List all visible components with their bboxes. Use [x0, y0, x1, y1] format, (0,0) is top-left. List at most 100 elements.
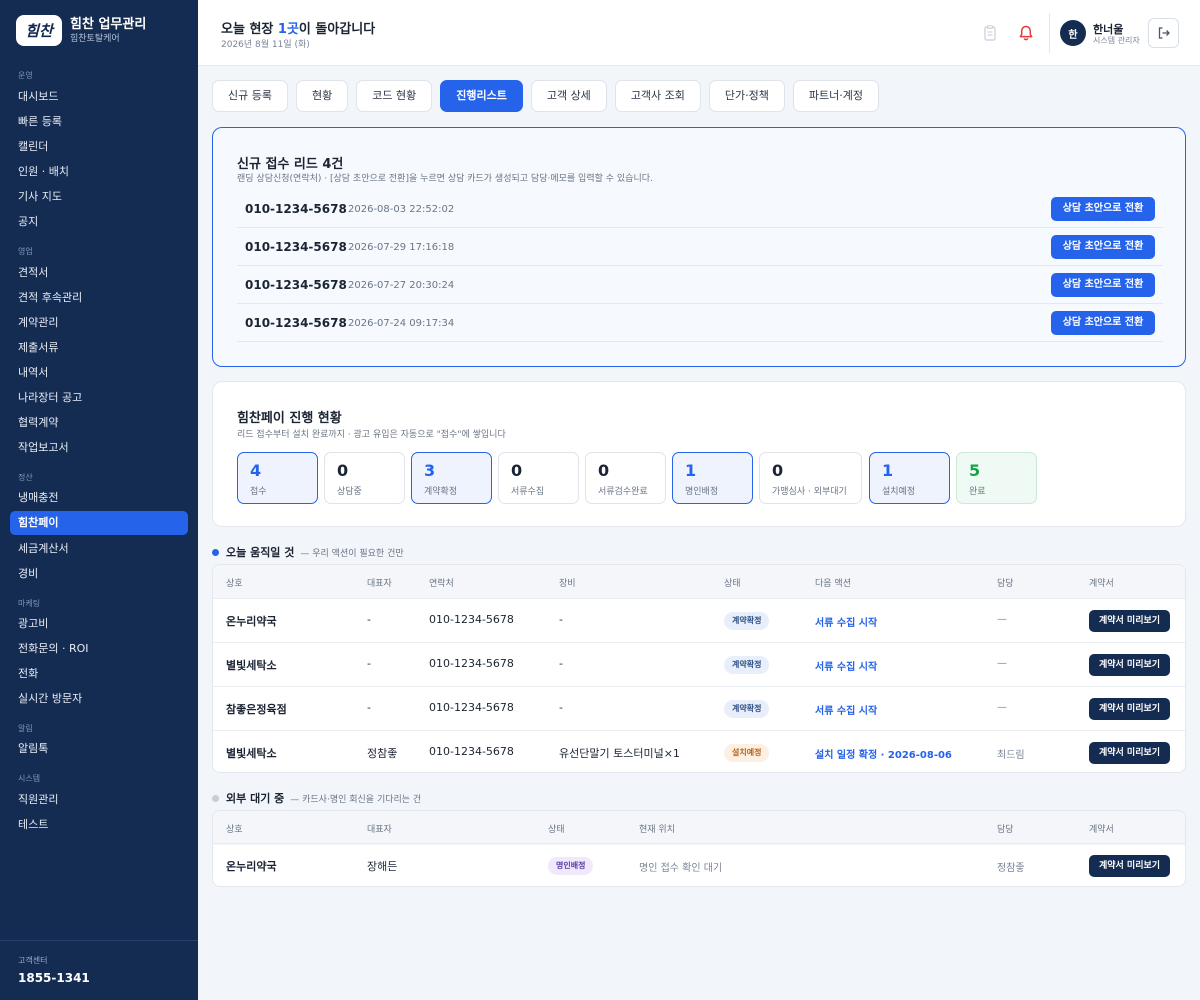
sidebar-item-phone[interactable]: 전화 — [10, 662, 188, 686]
next-action-link[interactable]: 서류 수집 시작 — [815, 702, 877, 717]
sidebar-item-calendar[interactable]: 캘린더 — [10, 135, 188, 159]
contract-preview-button[interactable]: 계약서 미리보기 — [1089, 610, 1170, 632]
sidebar-item-expense[interactable]: 경비 — [10, 562, 188, 586]
waiting-table: 상호 대표자 상태 현재 위치 담당 계약서 온누리약국 장해든 명인배정 명인… — [212, 810, 1186, 887]
greeting-text-post: 이 돌아갑니다 — [298, 22, 376, 37]
sidebar-item-partner-contract[interactable]: 협력계약 — [10, 411, 188, 435]
contract-preview-button[interactable]: 계약서 미리보기 — [1089, 742, 1170, 764]
sidebar-item-g2b[interactable]: 나라장터 공고 — [10, 386, 188, 410]
sidebar-item-contract-mgmt[interactable]: 계약관리 — [10, 311, 188, 335]
sidebar-item-quick-register[interactable]: 빠른 등록 — [10, 110, 188, 134]
th-status: 상태 — [548, 825, 565, 835]
sidebar-item-report[interactable]: 작업보고서 — [10, 436, 188, 460]
tab-code-status[interactable]: 코드 현황 — [356, 80, 433, 112]
table-row[interactable]: 온누리약국 - 010-1234-5678 - 계약확정 서류 수집 시작 — … — [213, 598, 1185, 642]
avatar[interactable]: 한 — [1060, 20, 1086, 46]
sidebar-item-test[interactable]: 테스트 — [10, 813, 188, 837]
sidebar-item-docs[interactable]: 제출서류 — [10, 336, 188, 360]
stat-received[interactable]: 4 접수 — [237, 452, 318, 504]
sidebar-item-cooling[interactable]: 냉매충전 — [10, 486, 188, 510]
customer-center: 고객센터 1855-1341 — [0, 940, 198, 1000]
tab-client-lookup[interactable]: 고객사 조회 — [614, 80, 701, 112]
sidebar-item-statement[interactable]: 내역서 — [10, 361, 188, 385]
status-badge: 계약확정 — [724, 612, 770, 630]
sidebar-item-employees[interactable]: 직원관리 — [10, 788, 188, 812]
convert-to-consult-button[interactable]: 상담 초안으로 전환 — [1051, 197, 1155, 221]
logout-button[interactable] — [1148, 18, 1179, 48]
today-table: 상호 대표자 연락처 장비 상태 다음 액션 담당 계약서 온누리약국 - 01… — [212, 564, 1186, 773]
cell-owner: 정참좋 — [997, 863, 1025, 874]
table-row[interactable]: 참좋은정육점 - 010-1234-5678 - 계약확정 서류 수집 시작 —… — [213, 686, 1185, 730]
sidebar-item-tax[interactable]: 세금계산서 — [10, 537, 188, 561]
lead-row: 010-1234-5678 2026-08-03 22:52:02 상담 초안으… — [237, 190, 1163, 228]
stat-external-wait[interactable]: 0 가맹심사 · 외부대기 — [759, 452, 862, 504]
sidebar-item-estimate[interactable]: 견적서 — [10, 261, 188, 285]
header-divider — [1049, 13, 1050, 53]
lead-phone: 010-1234-5678 — [245, 316, 347, 330]
bell-icon[interactable] — [1017, 24, 1035, 42]
brand[interactable]: 힘찬 힘찬 업무관리 힘찬토탈케어 — [16, 15, 146, 46]
tab-new-register[interactable]: 신규 등록 — [212, 80, 288, 112]
sidebar-item-alimtalk[interactable]: 알림톡 — [10, 737, 188, 761]
sidebar-item-call-roi[interactable]: 전화문의 · ROI — [10, 637, 188, 661]
lead-row: 010-1234-5678 2026-07-29 17:16:18 상담 초안으… — [237, 228, 1163, 266]
next-action-link[interactable]: 서류 수집 시작 — [815, 658, 877, 673]
section-dot — [212, 548, 219, 556]
cell-shop: 온누리약국 — [226, 615, 277, 628]
stat-contract-confirmed[interactable]: 3 계약확정 — [411, 452, 492, 504]
tab-partner-account[interactable]: 파트너·계정 — [792, 80, 880, 112]
stat-completed[interactable]: 5 완료 — [956, 452, 1037, 504]
stat-consulting[interactable]: 0 상담중 — [324, 452, 405, 504]
sidebar-item-visitors[interactable]: 실시간 방문자 — [10, 687, 188, 711]
contract-preview-button[interactable]: 계약서 미리보기 — [1089, 698, 1170, 720]
stat-count: 1 — [685, 461, 697, 480]
lead-time: 2026-07-27 20:30:24 — [348, 280, 455, 291]
table-row[interactable]: 별빛세탁소 정참좋 010-1234-5678 유선단말기 토스터미널×1 설치… — [213, 730, 1185, 772]
stat-myeongin-assigned[interactable]: 1 명인배정 — [672, 452, 753, 504]
today-description: — 우리 액션이 필요한 건만 — [300, 548, 404, 559]
stat-doc-collect[interactable]: 0 서류수집 — [498, 452, 579, 504]
sidebar-item-notice[interactable]: 공지 — [10, 210, 188, 234]
cell-shop: 온누리약국 — [226, 860, 277, 873]
table-row[interactable]: 온누리약국 장해든 명인배정 명인 접수 확인 대기 정참좋 계약서 미리보기 — [213, 843, 1185, 886]
cell-device: - — [559, 613, 563, 626]
stat-label: 접수 — [250, 487, 267, 497]
stat-label: 서류수집 — [511, 487, 545, 497]
sidebar-item-dashboard[interactable]: 대시보드 — [10, 85, 188, 109]
next-action-link[interactable]: 서류 수집 시작 — [815, 614, 877, 629]
th-shop: 상호 — [226, 825, 243, 835]
convert-to-consult-button[interactable]: 상담 초안으로 전환 — [1051, 311, 1155, 335]
nav-section-ops: 운영 — [18, 71, 33, 80]
waiting-section-header: 외부 대기 중 — 카드사·명인 회신을 기다리는 건 — [212, 790, 421, 806]
nav-section-system: 시스템 — [18, 774, 41, 783]
brand-logo: 힘찬 — [16, 15, 62, 46]
brand-title: 힘찬 업무관리 — [70, 16, 147, 32]
sidebar-item-driver-map[interactable]: 기사 지도 — [10, 185, 188, 209]
tab-status[interactable]: 현황 — [295, 80, 349, 112]
waiting-title: 외부 대기 중 — [226, 792, 285, 805]
sidebar-item-estimate-follow[interactable]: 견적 후속관리 — [10, 286, 188, 310]
sidebar-item-pay[interactable]: 힘찬페이 — [10, 511, 188, 535]
tab-customer-detail[interactable]: 고객 상세 — [530, 80, 607, 112]
contract-preview-button[interactable]: 계약서 미리보기 — [1089, 654, 1170, 676]
contract-preview-button[interactable]: 계약서 미리보기 — [1089, 855, 1170, 877]
stat-count: 0 — [337, 461, 349, 480]
clipboard-icon[interactable] — [981, 24, 999, 42]
stat-label: 명인배정 — [685, 487, 719, 497]
stat-doc-reviewed[interactable]: 0 서류검수완료 — [585, 452, 666, 504]
lead-time: 2026-07-29 17:16:18 — [348, 242, 455, 253]
convert-to-consult-button[interactable]: 상담 초안으로 전환 — [1051, 235, 1155, 259]
cell-ceo: 정참좋 — [367, 747, 398, 760]
convert-to-consult-button[interactable]: 상담 초안으로 전환 — [1051, 273, 1155, 297]
sidebar-item-staff[interactable]: 인원 · 배치 — [10, 160, 188, 184]
tab-progress-list[interactable]: 진행리스트 — [440, 80, 523, 112]
sidebar-item-ad[interactable]: 광고비 — [10, 612, 188, 636]
stat-label: 상담중 — [337, 487, 362, 497]
table-row[interactable]: 별빛세탁소 - 010-1234-5678 - 계약확정 서류 수집 시작 — … — [213, 642, 1185, 686]
next-action-link[interactable]: 설치 일정 확정 · 2026-08-06 — [815, 746, 952, 761]
lead-time: 2026-08-03 22:52:02 — [348, 204, 455, 215]
stat-install-scheduled[interactable]: 1 설치예정 — [869, 452, 950, 504]
tab-price-policy[interactable]: 단가·정책 — [708, 80, 785, 112]
status-badge: 명인배정 — [548, 857, 594, 875]
cell-location: 명인 접수 확인 대기 — [639, 863, 723, 874]
